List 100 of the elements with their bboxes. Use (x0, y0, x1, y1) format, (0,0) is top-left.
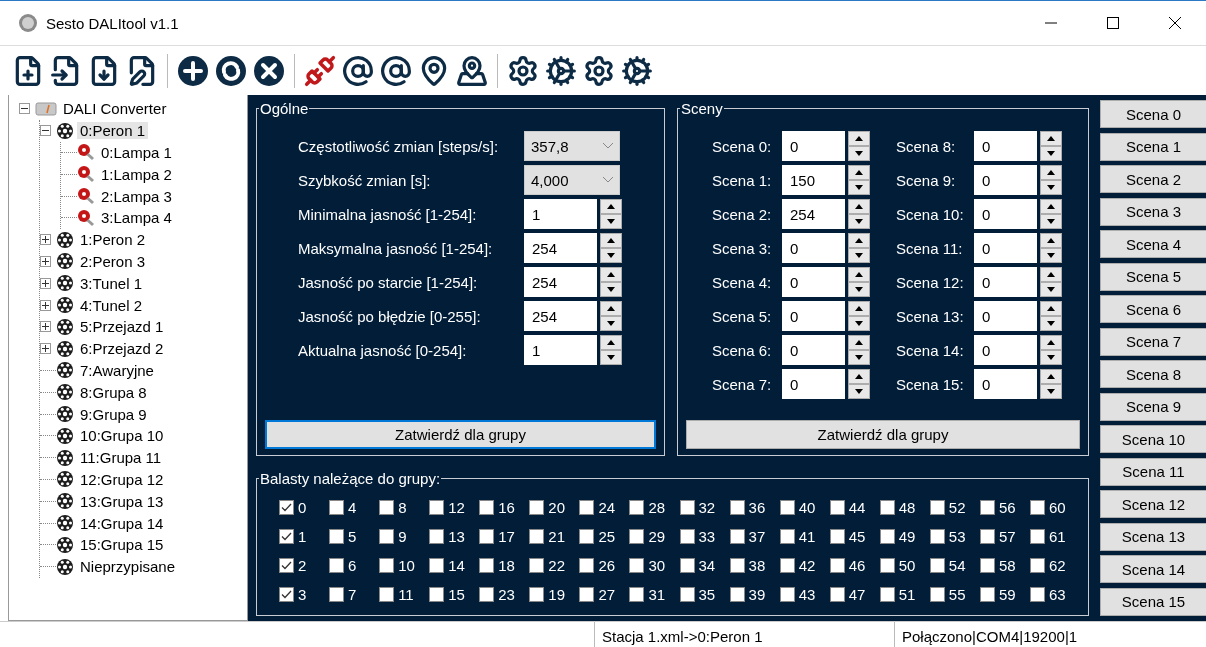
checkbox[interactable] (279, 587, 294, 602)
settings-icon[interactable] (545, 54, 577, 87)
number-field[interactable]: 0 (974, 199, 1037, 229)
spin-up-button[interactable] (600, 301, 622, 316)
scene-button[interactable]: Scena 7 (1100, 327, 1206, 356)
checkbox[interactable] (729, 587, 745, 602)
spin-down-button[interactable] (1040, 282, 1062, 297)
map-pin-icon[interactable] (456, 54, 488, 87)
scene-button[interactable]: Scena 6 (1100, 295, 1206, 324)
checkbox[interactable] (829, 587, 845, 602)
spin-up-button[interactable] (600, 199, 622, 214)
settings-icon[interactable] (507, 54, 539, 87)
tree-item[interactable]: 1:Lampa 2 (98, 165, 175, 183)
spin-down-button[interactable] (1040, 350, 1062, 365)
checkbox[interactable] (679, 587, 695, 602)
spin-up-button[interactable] (600, 335, 622, 350)
tree-item[interactable]: 0:Lampa 1 (98, 144, 175, 161)
spin-up-button[interactable] (1040, 165, 1062, 180)
unplug-icon[interactable] (304, 54, 336, 87)
spin-up-button[interactable] (1040, 267, 1062, 282)
checkbox[interactable] (329, 587, 345, 602)
spin-up-button[interactable] (1040, 301, 1062, 316)
spin-down-button[interactable] (1040, 180, 1062, 195)
checkbox[interactable] (1029, 558, 1045, 573)
scene-button[interactable]: Scena 0 (1100, 100, 1206, 128)
tree-item[interactable]: 6:Przejazd 2 (77, 340, 167, 358)
spin-up-button[interactable] (1040, 233, 1062, 248)
checkbox[interactable] (679, 529, 695, 544)
checkbox[interactable] (529, 500, 545, 515)
collapse-toggle[interactable] (19, 103, 30, 115)
tree-item[interactable]: 14:Grupa 14 (77, 514, 167, 532)
checkbox[interactable] (979, 529, 995, 544)
checkbox[interactable] (1029, 500, 1045, 515)
apply-button[interactable]: Zatwierdź dla grupy (265, 420, 656, 449)
spin-down-button[interactable] (1040, 214, 1062, 229)
scene-button[interactable]: Scena 15 (1100, 587, 1206, 616)
checkbox[interactable] (879, 587, 895, 602)
spin-down-button[interactable] (848, 146, 870, 161)
expand-toggle[interactable] (40, 234, 51, 246)
number-field[interactable]: 0 (782, 131, 845, 161)
dropdown[interactable]: 357,8 (524, 131, 620, 161)
spin-up-button[interactable] (848, 335, 870, 350)
checkbox[interactable] (329, 500, 345, 515)
checkbox[interactable] (829, 500, 845, 515)
checkbox[interactable] (629, 500, 645, 515)
spin-down-button[interactable] (848, 350, 870, 365)
at-sign-icon[interactable] (342, 54, 374, 87)
number-field[interactable]: 0 (782, 301, 845, 331)
checkbox[interactable] (879, 558, 895, 573)
spin-down-button[interactable] (600, 248, 622, 263)
tree-item[interactable]: 9:Grupa 9 (77, 405, 150, 423)
checkbox[interactable] (529, 529, 545, 544)
checkbox[interactable] (579, 529, 595, 544)
scene-button[interactable]: Scena 1 (1100, 132, 1206, 161)
number-field[interactable]: 0 (974, 267, 1037, 297)
checkbox[interactable] (979, 558, 995, 573)
spin-up-button[interactable] (848, 301, 870, 316)
spin-down-button[interactable] (848, 214, 870, 229)
checkbox[interactable] (629, 558, 645, 573)
checkbox[interactable] (379, 529, 395, 544)
checkbox[interactable] (1029, 587, 1045, 602)
scene-button[interactable]: Scena 14 (1100, 555, 1206, 584)
expand-toggle[interactable] (40, 277, 51, 289)
spin-down-button[interactable] (848, 248, 870, 263)
checkbox[interactable] (579, 500, 595, 515)
checkbox[interactable] (329, 529, 345, 544)
tree-item[interactable]: 3:Lampa 4 (98, 209, 175, 227)
checkbox[interactable] (479, 500, 495, 515)
checkbox[interactable] (279, 529, 294, 544)
number-field[interactable]: 0 (974, 165, 1037, 195)
scene-button[interactable]: Scena 12 (1100, 490, 1206, 519)
spin-up-button[interactable] (848, 369, 870, 384)
number-field[interactable]: 254 (524, 301, 597, 331)
checkbox[interactable] (779, 558, 795, 573)
checkbox[interactable] (779, 529, 795, 544)
checkbox[interactable] (629, 587, 645, 602)
checkbox[interactable] (279, 558, 294, 573)
number-field[interactable]: 0 (782, 267, 845, 297)
spin-up-button[interactable] (848, 165, 870, 180)
close-icon[interactable] (253, 54, 285, 87)
settings-icon[interactable] (621, 54, 653, 87)
spin-down-button[interactable] (848, 282, 870, 297)
dropdown[interactable]: 4,000 (524, 165, 620, 195)
checkbox[interactable] (879, 529, 895, 544)
expand-toggle[interactable] (40, 321, 51, 333)
tree-item[interactable]: DALI Converter (60, 100, 170, 118)
expand-toggle[interactable] (40, 255, 51, 267)
checkbox[interactable] (729, 529, 745, 544)
number-field[interactable]: 0 (782, 233, 845, 263)
checkbox[interactable] (729, 500, 745, 515)
spin-up-button[interactable] (848, 131, 870, 146)
spin-up-button[interactable] (1040, 131, 1062, 146)
tree-item[interactable]: 5:Przejazd 1 (77, 318, 167, 336)
spin-up-button[interactable] (848, 267, 870, 282)
scene-button[interactable]: Scena 5 (1100, 262, 1206, 291)
spin-down-button[interactable] (1040, 146, 1062, 161)
spin-down-button[interactable] (1040, 248, 1062, 263)
spin-down-button[interactable] (848, 316, 870, 331)
scene-button[interactable]: Scena 3 (1100, 197, 1206, 226)
number-field[interactable]: 0 (974, 131, 1037, 161)
